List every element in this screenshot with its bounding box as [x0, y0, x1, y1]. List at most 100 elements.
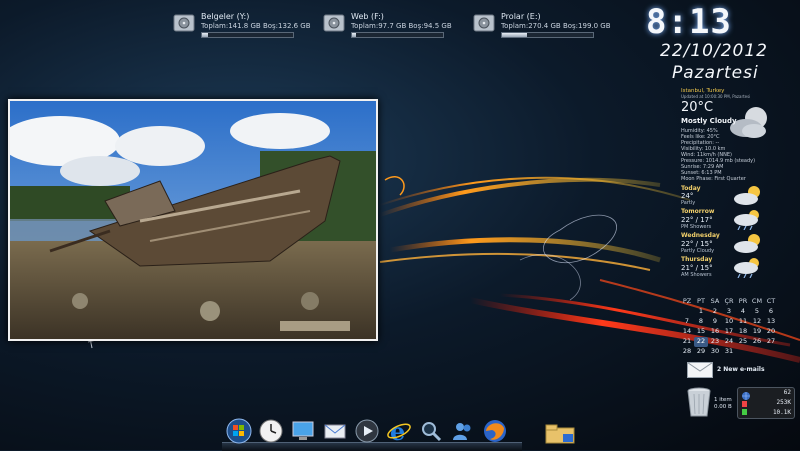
folder-icon[interactable] — [545, 424, 575, 444]
hard-drive-icon — [473, 14, 495, 32]
calendar-weekday: PR — [738, 297, 748, 305]
forecast-day: Tomorrow — [681, 208, 715, 215]
calendar-weekday: PZ — [682, 297, 692, 305]
envelope-icon[interactable] — [687, 362, 713, 378]
forecast-temp: 22° / 15° — [681, 240, 713, 248]
search-icon[interactable] — [418, 418, 444, 444]
forecast-temp: 24° — [681, 192, 694, 200]
calendar-day[interactable]: 30 — [708, 347, 722, 357]
showers-icon — [734, 258, 759, 278]
forecast-condition: AM Showers — [681, 272, 712, 278]
clock-date: 22/10/2012 — [660, 41, 768, 61]
partly-cloudy-icon — [734, 234, 760, 253]
calendar-day[interactable]: 18 — [736, 327, 750, 337]
media-player-icon[interactable] — [354, 418, 380, 444]
calendar-day[interactable]: 29 — [694, 347, 708, 357]
clock-time: 8:13 — [646, 2, 732, 42]
dock-bar: e — [222, 416, 522, 451]
shipwreck-photo — [10, 101, 376, 339]
drive-widget-f[interactable]: Web (F:) Toplam:97.7 GB Boş:94.5 GB — [322, 10, 472, 38]
email-notification[interactable]: 2 New e-mails — [717, 366, 765, 373]
calendar-week-row: 7 8 9 10 11 12 13 — [680, 317, 780, 327]
recycle-bin-items: 1 item — [714, 397, 732, 403]
drive-stats: Toplam:97.7 GB Boş:94.5 GB — [351, 22, 452, 30]
recycle-bin-size: 0.00 B — [714, 404, 732, 410]
drive-usage-bar — [351, 32, 444, 38]
calendar-week-row: 28 29 30 31 — [680, 347, 780, 357]
calendar-day[interactable]: 16 — [708, 327, 722, 337]
calendar-day[interactable]: 20 — [764, 327, 778, 337]
calendar-day[interactable]: 5 — [750, 307, 764, 317]
calendar-day[interactable]: 7 — [680, 317, 694, 327]
calendar-day[interactable]: 17 — [722, 327, 736, 337]
calendar-day[interactable]: 11 — [736, 317, 750, 327]
calendar-day[interactable]: 10 — [722, 317, 736, 327]
calendar-day — [750, 347, 764, 357]
drive-usage-bar — [501, 32, 594, 38]
drive-name: Belgeler (Y:) — [201, 12, 250, 21]
drive-name: Web (F:) — [351, 12, 384, 21]
calendar-day[interactable]: 12 — [750, 317, 764, 327]
calendar-day[interactable]: 9 — [708, 317, 722, 327]
drive-stats: Toplam:270.4 GB Boş:199.0 GB — [501, 22, 611, 30]
start-orb-icon[interactable] — [226, 418, 252, 444]
calendar-day[interactable]: 2 — [708, 307, 722, 317]
hard-drive-icon — [173, 14, 195, 32]
calendar-day[interactable]: 22 — [694, 337, 708, 347]
calendar-day[interactable]: 15 — [694, 327, 708, 337]
mail-icon[interactable] — [322, 418, 348, 444]
calendar-day[interactable]: 28 — [680, 347, 694, 357]
hard-drive-icon — [323, 14, 345, 32]
forecast-condition: Partly — [681, 200, 696, 206]
computer-icon[interactable] — [290, 418, 316, 444]
calendar-day[interactable]: 25 — [736, 337, 750, 347]
calendar-widget[interactable]: PZ PT SA ÇR PR CM CT 1 2 3 4 5 6 7 8 9 10 11 12 13 14… — [680, 297, 780, 357]
drive-widget-e[interactable]: Prolar (E:) Toplam:270.4 GB Boş:199.0 GB — [472, 10, 622, 38]
drive-usage-bar — [201, 32, 294, 38]
forecast-temp: 22° / 17° — [681, 216, 713, 224]
users-icon[interactable] — [450, 418, 476, 444]
download-indicator — [742, 409, 747, 415]
calendar-day[interactable]: 31 — [722, 347, 736, 357]
calendar-weekday: CT — [766, 297, 776, 305]
clock-icon[interactable] — [258, 418, 284, 444]
ie-icon[interactable]: e — [386, 418, 412, 444]
showers-icon — [734, 210, 759, 230]
calendar-week-row: 14 15 16 17 18 19 20 — [680, 327, 780, 337]
calendar-day — [680, 307, 694, 317]
firefox-icon[interactable] — [482, 418, 508, 444]
photo-frame-widget[interactable] — [8, 99, 378, 341]
svg-text:e: e — [390, 418, 405, 444]
forecast-day: Thursday — [681, 256, 713, 263]
calendar-day[interactable]: 27 — [764, 337, 778, 347]
forecast-temp: 21° / 15° — [681, 264, 713, 272]
calendar-week-row: 123456 — [680, 307, 780, 317]
calendar-day[interactable]: 4 — [736, 307, 750, 317]
weather-temperature: 20°C — [681, 100, 714, 115]
calendar-day[interactable]: 13 — [764, 317, 778, 327]
calendar-day[interactable]: 24 — [722, 337, 736, 347]
calendar-weekday: CM — [751, 297, 763, 305]
calendar-day[interactable]: 8 — [694, 317, 708, 327]
calendar-day — [764, 347, 778, 357]
weather-detail: Moon Phase: First Quarter — [681, 176, 746, 182]
calendar-day[interactable]: 1 — [694, 307, 708, 317]
calendar-weekday: PT — [697, 297, 705, 305]
calendar-day[interactable]: 3 — [722, 307, 736, 317]
calendar-day[interactable]: 14 — [680, 327, 694, 337]
network-meter-widget[interactable]: 62 253K 10.1K — [737, 387, 795, 419]
drive-name: Prolar (E:) — [501, 12, 541, 21]
calendar-day[interactable]: 26 — [750, 337, 764, 347]
forecast-day: Today — [681, 185, 701, 192]
partly-cloudy-icon — [734, 186, 760, 205]
calendar-day[interactable]: 19 — [750, 327, 764, 337]
forecast-condition: Partly Cloudy — [681, 248, 715, 254]
calendar-day[interactable]: 6 — [764, 307, 778, 317]
calendar-day[interactable]: 21 — [680, 337, 694, 347]
calendar-day[interactable]: 23 — [708, 337, 722, 347]
globe-icon — [742, 392, 750, 400]
drive-widget-y[interactable]: Belgeler (Y:) Toplam:141.8 GB Boş:132.6 … — [172, 10, 322, 38]
recycle-bin-icon[interactable] — [686, 386, 712, 418]
calendar-grid: 1 2 3 4 5 6 7 8 9 10 11 12 13 14 15 16 17 18 19 20 21 22 23 24 2… — [680, 307, 780, 357]
calendar-day — [736, 347, 750, 357]
